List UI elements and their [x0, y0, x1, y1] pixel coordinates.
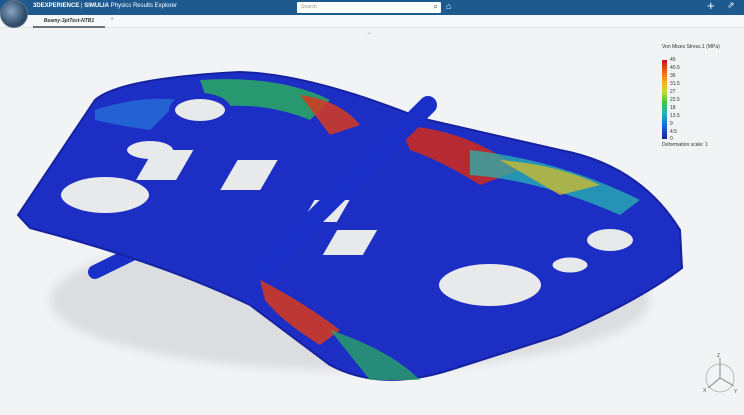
- legend-title: Von Mises Stress.1 (MPa): [662, 44, 720, 50]
- legend-tick: 27: [670, 89, 676, 95]
- compass-icon[interactable]: [0, 0, 28, 28]
- legend-tick: 36: [670, 73, 676, 79]
- legend-tick: 22.5: [670, 97, 680, 103]
- deformation-scale: Deformation scale: 1: [662, 142, 708, 148]
- axis-y: Y: [734, 389, 738, 395]
- legend-tick: 4.5: [670, 129, 677, 135]
- legend-tick: 9: [670, 121, 673, 127]
- axis-z: Z: [717, 353, 720, 359]
- legend-tick: 40.5: [670, 65, 680, 71]
- legend-tick: 45: [670, 57, 676, 63]
- color-scale-bar: [662, 60, 667, 139]
- legend-tick: 18: [670, 105, 676, 111]
- axis-triad-icon[interactable]: Z X Y: [700, 350, 740, 400]
- legend-tick: 31.5: [670, 81, 680, 87]
- axis-x: X: [703, 388, 707, 394]
- legend-tick: 13.5: [670, 113, 680, 119]
- 3d-model-viewport[interactable]: [0, 0, 744, 415]
